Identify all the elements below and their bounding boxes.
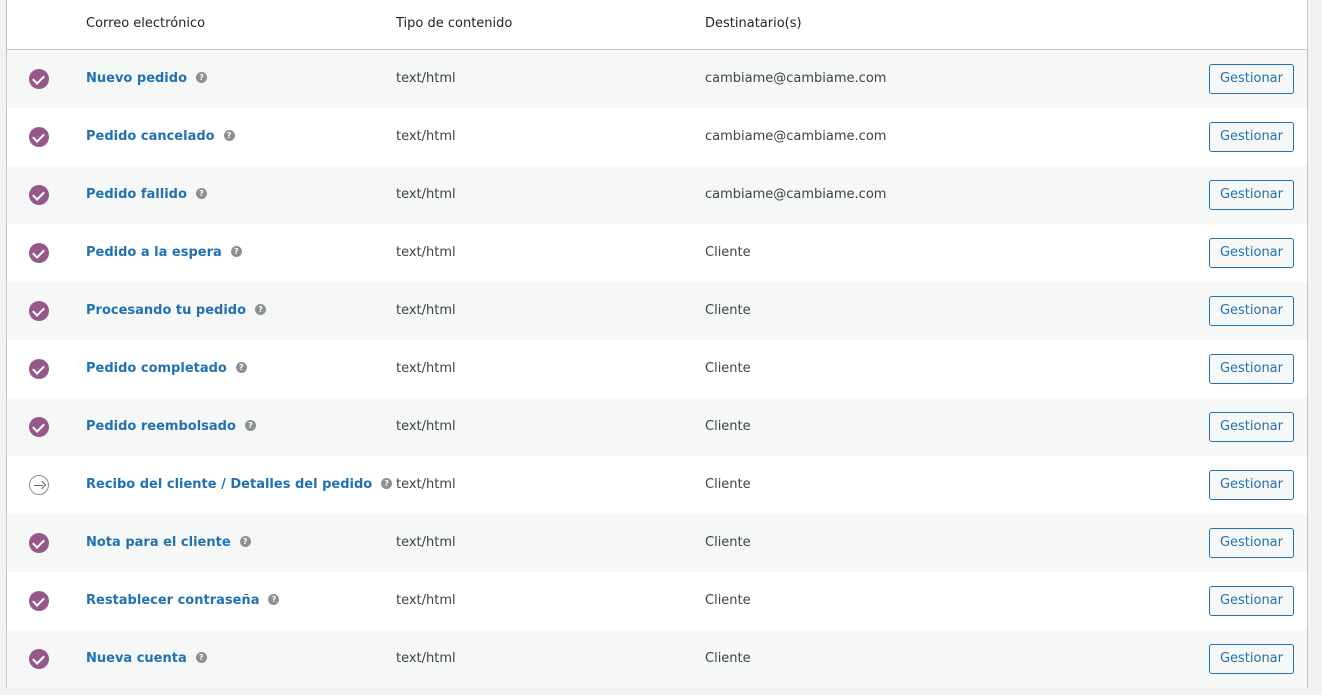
column-header-content-type: Tipo de contenido [396,16,513,31]
content-type-cell: text/html [396,245,456,260]
content-type-cell: text/html [396,477,456,492]
email-name-cell: Pedido a la espera? [86,224,242,282]
manage-button[interactable]: Gestionar [1208,586,1294,616]
help-tip-icon[interactable]: ? [195,652,207,663]
recipient-cell: Cliente [705,419,751,434]
manage-button[interactable]: Gestionar [1208,644,1294,674]
recipient-cell: Cliente [705,651,751,666]
recipient-cell: Cliente [705,593,751,608]
help-tip-icon[interactable]: ? [244,420,256,431]
email-name-cell: Nueva cuenta? [86,630,207,688]
table-header: Correo electrónico Tipo de contenido Des… [7,0,1307,50]
manage-button[interactable]: Gestionar [1208,296,1294,326]
email-name-cell: Nuevo pedido? [86,50,208,108]
enabled-check-icon [29,533,49,553]
enabled-check-icon [29,301,49,321]
email-settings-link[interactable]: Pedido fallido [86,187,187,202]
column-header-recipients: Destinatario(s) [705,16,802,31]
table-row: Recibo del cliente / Detalles del pedido… [7,456,1307,514]
table-row: Procesando tu pedido? text/html Cliente Ges… [7,282,1307,340]
manage-button[interactable]: Gestionar [1208,528,1294,558]
help-tip-icon[interactable]: ? [268,594,280,605]
content-type-cell: text/html [396,419,456,434]
enabled-check-icon [29,649,49,669]
enabled-check-icon [29,591,49,611]
manage-button[interactable]: Gestionar [1208,64,1294,94]
recipient-cell: Cliente [705,477,751,492]
email-settings-link[interactable]: Pedido completado [86,361,227,376]
enabled-check-icon [29,69,49,89]
manage-button[interactable]: Gestionar [1208,180,1294,210]
manage-button[interactable]: Gestionar [1208,470,1294,500]
help-tip-icon[interactable]: ? [230,246,242,257]
table-row: Restablecer contraseña? text/html Cliente G… [7,572,1307,630]
email-settings-link[interactable]: Pedido reembolsado [86,419,236,434]
help-tip-icon[interactable]: ? [381,478,393,489]
table-row: Pedido a la espera? text/html Cliente Gesti… [7,224,1307,282]
help-tip-icon[interactable]: ? [196,72,208,83]
help-tip-icon[interactable]: ? [239,536,251,547]
recipient-cell: Cliente [705,245,751,260]
content-type-cell: text/html [396,303,456,318]
content-type-cell: text/html [396,361,456,376]
table-row: Nota para el cliente? text/html Cliente Ges… [7,514,1307,572]
email-name-cell: Recibo del cliente / Detalles del pedido… [86,456,393,514]
content-type-cell: text/html [396,71,456,86]
email-name-cell: Procesando tu pedido? [86,282,267,340]
recipient-cell: cambiame@cambiame.com [705,187,887,202]
recipient-cell: Cliente [705,303,751,318]
manage-button[interactable]: Gestionar [1208,238,1294,268]
email-name-cell: Pedido fallido? [86,166,207,224]
manage-button[interactable]: Gestionar [1208,354,1294,384]
enabled-check-icon [29,185,49,205]
email-name-cell: Nota para el cliente? [86,514,251,572]
email-settings-link[interactable]: Nota para el cliente [86,535,231,550]
email-settings-link[interactable]: Pedido a la espera [86,245,222,260]
email-settings-link[interactable]: Nuevo pedido [86,71,187,86]
help-tip-icon[interactable]: ? [255,304,267,315]
email-settings-link[interactable]: Recibo del cliente / Detalles del pedido [86,477,372,492]
recipient-cell: cambiame@cambiame.com [705,71,887,86]
recipient-cell: Cliente [705,535,751,550]
content-type-cell: text/html [396,129,456,144]
content-type-cell: text/html [396,535,456,550]
enabled-check-icon [29,127,49,147]
email-name-cell: Pedido reembolsado? [86,398,256,456]
table-row: Nueva cuenta? text/html Cliente Gestionar [7,630,1307,688]
enabled-check-icon [29,417,49,437]
help-tip-icon[interactable]: ? [235,362,247,373]
email-name-cell: Restablecer contraseña? [86,572,280,630]
recipient-cell: Cliente [705,361,751,376]
manage-button[interactable]: Gestionar [1208,412,1294,442]
manage-button[interactable]: Gestionar [1208,122,1294,152]
email-settings-link[interactable]: Nueva cuenta [86,651,187,666]
recipient-cell: cambiame@cambiame.com [705,129,887,144]
table-row: Pedido fallido? text/html cambiame@cambiam… [7,166,1307,224]
enabled-check-icon [29,359,49,379]
email-settings-link[interactable]: Restablecer contraseña [86,593,259,608]
help-tip-icon[interactable]: ? [223,130,235,141]
email-name-cell: Pedido cancelado? [86,108,235,166]
content-type-cell: text/html [396,651,456,666]
table-row: Pedido reembolsado? text/html Cliente Gesti… [7,398,1307,456]
email-settings-table: Correo electrónico Tipo de contenido Des… [6,0,1308,688]
content-type-cell: text/html [396,187,456,202]
column-header-email: Correo electrónico [86,16,206,31]
email-settings-link[interactable]: Procesando tu pedido [86,303,246,318]
manual-arrow-icon [29,475,49,495]
email-name-cell: Pedido completado? [86,340,247,398]
help-tip-icon[interactable]: ? [195,188,207,199]
table-row: Nuevo pedido? text/html cambiame@cambiame.… [7,50,1307,108]
table-body: Nuevo pedido? text/html cambiame@cambiame.… [7,50,1307,688]
enabled-check-icon [29,243,49,263]
table-row: Pedido completado? text/html Cliente Gestio… [7,340,1307,398]
content-type-cell: text/html [396,593,456,608]
email-settings-link[interactable]: Pedido cancelado [86,129,215,144]
table-row: Pedido cancelado? text/html cambiame@cambi… [7,108,1307,166]
